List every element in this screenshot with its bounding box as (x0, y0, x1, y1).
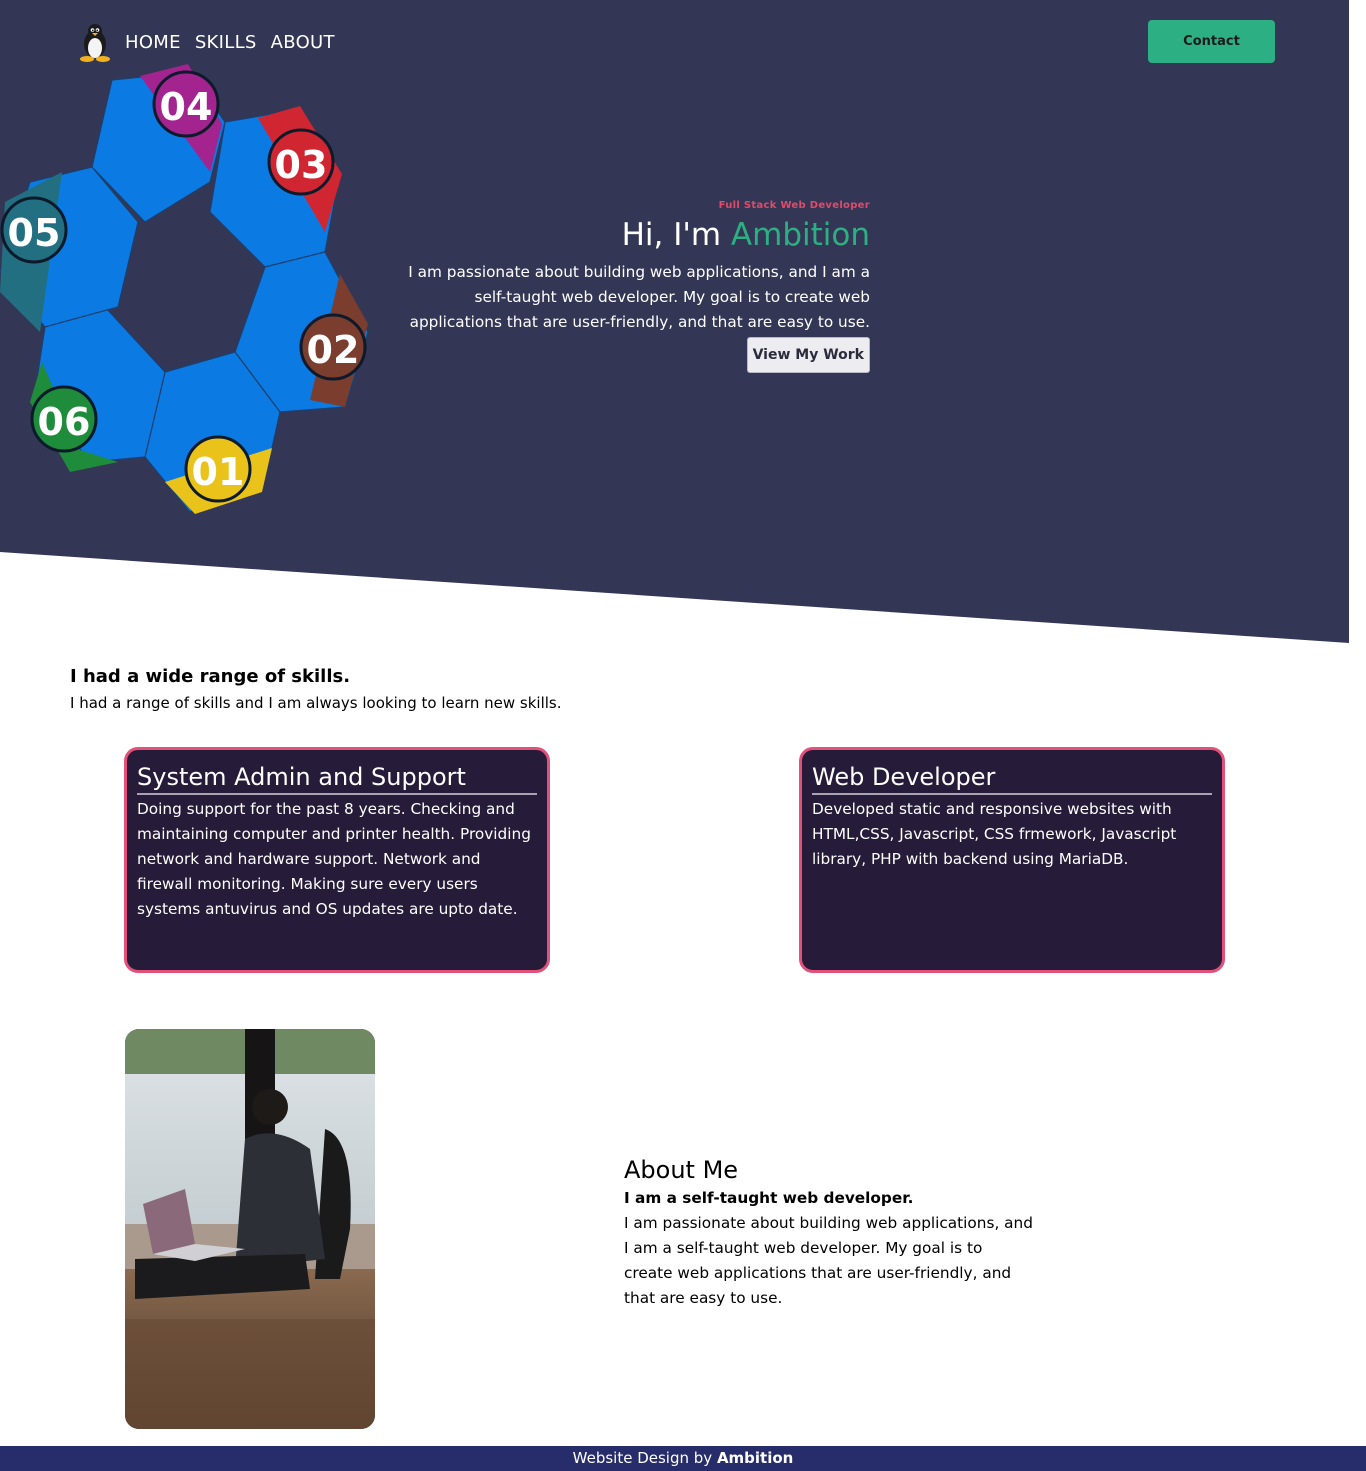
footer-prefix: Website Design by (572, 1449, 717, 1467)
skills-subheading: I had a range of skills and I am always … (70, 694, 562, 712)
hexagon-steps-graphic: 04 03 02 01 06 05 (0, 64, 369, 514)
contact-button[interactable]: Contact (1148, 20, 1275, 63)
nav-link-home[interactable]: HOME (125, 32, 181, 53)
hero-title-prefix: Hi, I'm (621, 217, 731, 253)
footer: Website Design by Ambition (0, 1446, 1366, 1471)
skill-card-sysadmin: System Admin and Support Doing support f… (124, 747, 550, 973)
hex-number-01: 01 (192, 450, 245, 494)
hex-number-03: 03 (275, 143, 328, 187)
skill-card-title: System Admin and Support (137, 762, 537, 795)
nav-link-skills[interactable]: SKILLS (195, 32, 257, 53)
skill-card-webdev: Web Developer Developed static and respo… (799, 747, 1225, 973)
linux-penguin-icon[interactable] (76, 22, 114, 62)
hero-intro: Full Stack Web Developer Hi, I'm Ambitio… (380, 200, 870, 374)
skills-heading: I had a wide range of skills. (70, 666, 351, 687)
view-my-work-button[interactable]: View My Work (746, 337, 870, 374)
nav-link-about[interactable]: ABOUT (271, 32, 335, 53)
skill-card-text: Doing support for the past 8 years. Chec… (137, 800, 531, 918)
skill-card-text: Developed static and responsive websites… (812, 800, 1177, 868)
hero-description: I am passionate about building web appli… (408, 263, 870, 332)
hero-title: Hi, I'm Ambition (380, 217, 870, 254)
about-description: I am passionate about building web appli… (624, 1214, 1033, 1307)
hero-eyebrow: Full Stack Web Developer (718, 200, 870, 211)
hex-number-06: 06 (38, 400, 91, 444)
hex-number-04: 04 (160, 85, 213, 129)
hero-title-name: Ambition (730, 217, 870, 253)
about-section: About Me I am a self-taught web develope… (624, 1154, 1034, 1311)
navbar: HOME SKILLS ABOUT (76, 20, 335, 64)
hex-number-05: 05 (8, 211, 61, 255)
about-lead: I am a self-taught web developer. (624, 1189, 914, 1207)
hex-number-02: 02 (307, 328, 360, 372)
about-photo (125, 1029, 375, 1429)
skill-card-title: Web Developer (812, 762, 1212, 795)
footer-author: Ambition (716, 1449, 794, 1467)
about-title: About Me (624, 1156, 739, 1184)
